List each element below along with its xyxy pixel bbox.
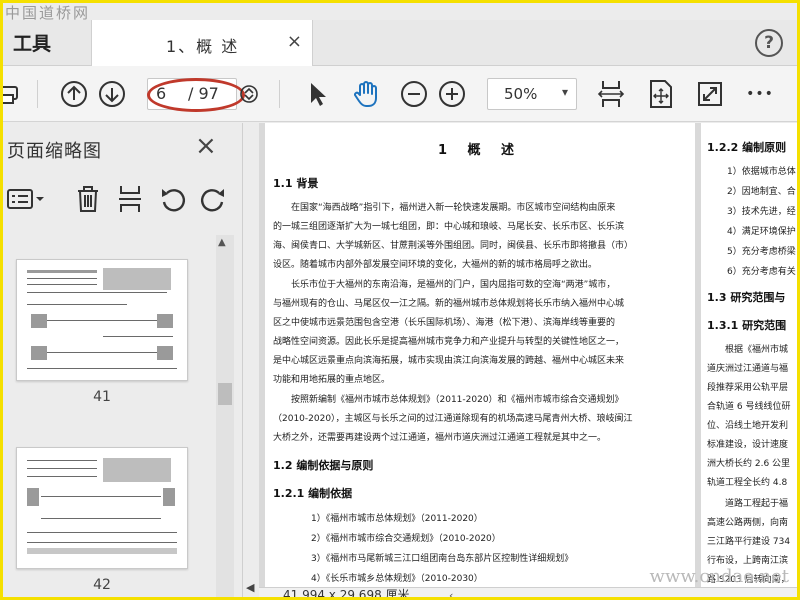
document-page-right: 1.2.2 编制原则 1）依据城市总体 2）因地制宜、合 3）技术先进，经 4）… <box>701 123 797 593</box>
panel-collapse-handle[interactable] <box>243 123 259 597</box>
app-window: 中国道桥网 工具 1、概 述 × ? 6 / 97 50% ▾ ••• 页面缩略… <box>0 0 800 600</box>
zoom-value: 50% <box>504 85 538 103</box>
zoom-select[interactable]: 50% ▾ <box>487 78 577 110</box>
subsection-heading: 1.3.1 研究范围 <box>707 319 787 332</box>
paragraph: 长乐市位于大福州的东南沿海，是福州的门户，国内屈指可数的空海“两港”城市， 与福… <box>273 280 625 385</box>
rotate-right-icon[interactable] <box>199 177 227 221</box>
main-toolbar: 6 / 97 50% ▾ ••• <box>3 66 797 122</box>
tab-document[interactable]: 1、概 述 × <box>91 20 313 66</box>
toolbar-separator <box>279 80 280 108</box>
delete-icon[interactable] <box>75 177 101 221</box>
toolbar-separator <box>37 80 38 108</box>
subsection-heading: 1.2.1 编制依据 <box>273 487 353 500</box>
thumbnail-toolbar <box>3 177 235 221</box>
principle-item: 2）因地制宜、合 <box>727 187 796 197</box>
page-stepper-icon[interactable] <box>239 66 259 122</box>
document-title: 1 概 述 <box>437 143 523 158</box>
page-size-readout: 41.994 x 29.698 厘米 <box>283 588 410 600</box>
status-bar: 41.994 x 29.698 厘米 ‹ <box>259 587 797 600</box>
section-heading: 1.3 研究范围与 <box>707 291 786 304</box>
paragraph: 按照新编制《福州市城市总体规划》（2011-2020）和《福州市城市综合交通规划… <box>273 395 633 443</box>
scroll-up-icon[interactable]: ▲ <box>218 237 226 248</box>
scroll-left-icon[interactable]: ‹ <box>449 589 453 597</box>
rotate-left-icon[interactable] <box>159 177 187 221</box>
paragraph: 在国家“海西战略”指引下，福州进入新一轮快速发展期。市区城市空间结构由原来 的一… <box>273 203 634 270</box>
principle-item: 1）依据城市总体 <box>727 167 796 177</box>
paragraph: 根据《福州市城 道庆洲过江通道与福 段推荐采用公轨平层 合轨道 6 号线线位研 … <box>707 345 791 488</box>
page-thumbnail[interactable] <box>16 447 188 569</box>
thumbnail-label: 42 <box>93 577 111 593</box>
close-tab-icon[interactable]: × <box>287 31 302 52</box>
help-icon[interactable]: ? <box>755 29 783 57</box>
principle-item: 6）充分考虑有关 <box>727 267 796 277</box>
thumbnail-panel: 页面缩略图 × 41 42 ▲ <box>3 123 243 597</box>
section-heading: 1.1 背景 <box>273 177 319 190</box>
section-heading: 1.2 编制依据与原则 <box>273 459 374 472</box>
fit-width-icon[interactable] <box>595 66 627 122</box>
next-page-icon[interactable] <box>95 66 129 122</box>
extract-pages-icon[interactable] <box>117 177 143 221</box>
chevron-down-icon: ▾ <box>561 85 568 99</box>
close-panel-icon[interactable]: × <box>195 131 217 161</box>
section-heading: 1.2.2 编制原则 <box>707 141 787 154</box>
panel-title: 页面缩略图 <box>7 141 102 162</box>
document-view[interactable]: 1 概 述 1.1 背景 在国家“海西战略”指引下，福州进入新一轮快速发展期。市… <box>259 123 797 597</box>
tab-tools[interactable]: 工具 <box>3 20 91 66</box>
page-thumbnail[interactable] <box>16 259 188 381</box>
hand-tool-icon[interactable] <box>349 66 383 122</box>
more-icon[interactable]: ••• <box>743 66 777 122</box>
principle-item: 5）充分考虑桥梁 <box>727 247 796 257</box>
watermark-top: 中国道桥网 <box>5 4 91 22</box>
tab-bar: 工具 1、概 述 × ? <box>3 20 797 66</box>
basis-list: 1）《福州市城市总体规划》（2011-2020） 2）《福州市城市综合交通规划》… <box>311 514 574 584</box>
principle-item: 3）技术先进，经 <box>727 207 796 217</box>
prev-page-icon[interactable] <box>57 66 91 122</box>
print-icon[interactable] <box>3 66 21 122</box>
document-tab-title: 1、概 述 <box>166 37 240 56</box>
thumbnail-options-icon[interactable] <box>7 177 47 221</box>
full-screen-icon[interactable] <box>695 66 725 122</box>
thumbnail-label: 41 <box>93 389 111 405</box>
thumbnail-scrollbar[interactable]: ▲ <box>216 235 234 597</box>
zoom-out-icon[interactable] <box>399 66 429 122</box>
fit-page-icon[interactable] <box>645 66 677 122</box>
watermark-bottom: www.cndao.net <box>649 566 789 587</box>
collapse-arrow-icon[interactable]: ◀ <box>246 581 254 594</box>
zoom-in-icon[interactable] <box>437 66 467 122</box>
document-page: 1 概 述 1.1 背景 在国家“海西战略”指引下，福州进入新一轮快速发展期。市… <box>265 123 695 593</box>
select-cursor-icon[interactable] <box>301 66 333 122</box>
scrollbar-thumb[interactable] <box>218 383 232 405</box>
highlight-annotation <box>147 78 245 112</box>
principle-item: 4）满足环境保护 <box>727 227 796 237</box>
